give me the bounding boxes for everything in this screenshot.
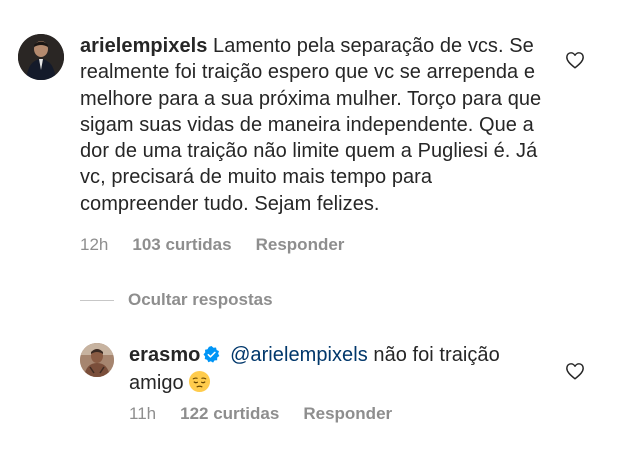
reply-heart-icon[interactable] (565, 362, 585, 380)
pensive-face-icon (188, 370, 211, 400)
avatar[interactable] (18, 34, 64, 80)
reply-meta: 11h 122 curtidas Responder (129, 404, 392, 424)
comment-time[interactable]: 12h (80, 235, 108, 255)
comment-likes[interactable]: 103 curtidas (132, 235, 231, 255)
reply-body: erasmo @arielempixels não foi traição am… (129, 342, 549, 401)
hide-replies-divider (80, 299, 114, 301)
verified-badge-icon (203, 344, 220, 370)
comment-username[interactable]: arielempixels (80, 35, 207, 57)
reply-reply-button[interactable]: Responder (303, 404, 392, 424)
reply-button[interactable]: Responder (256, 235, 345, 255)
comment-meta: 12h 103 curtidas Responder (80, 235, 344, 255)
heart-icon[interactable] (565, 51, 585, 69)
comment-text: Lamento pela separação de vcs. Se realme… (80, 35, 542, 215)
reply-avatar[interactable] (80, 343, 114, 377)
reply-likes[interactable]: 122 curtidas (180, 404, 279, 424)
reply-username[interactable]: erasmo (129, 344, 200, 366)
comment-body: arielempixels Lamento pela separação de … (80, 33, 550, 217)
reply-avatar-image (80, 343, 114, 377)
reply-mention[interactable]: @arielempixels (230, 344, 368, 366)
hide-replies-button[interactable]: Ocultar respostas (80, 290, 273, 310)
reply-time[interactable]: 11h (129, 404, 156, 424)
hide-replies-label: Ocultar respostas (128, 290, 273, 309)
avatar-image (18, 34, 64, 80)
